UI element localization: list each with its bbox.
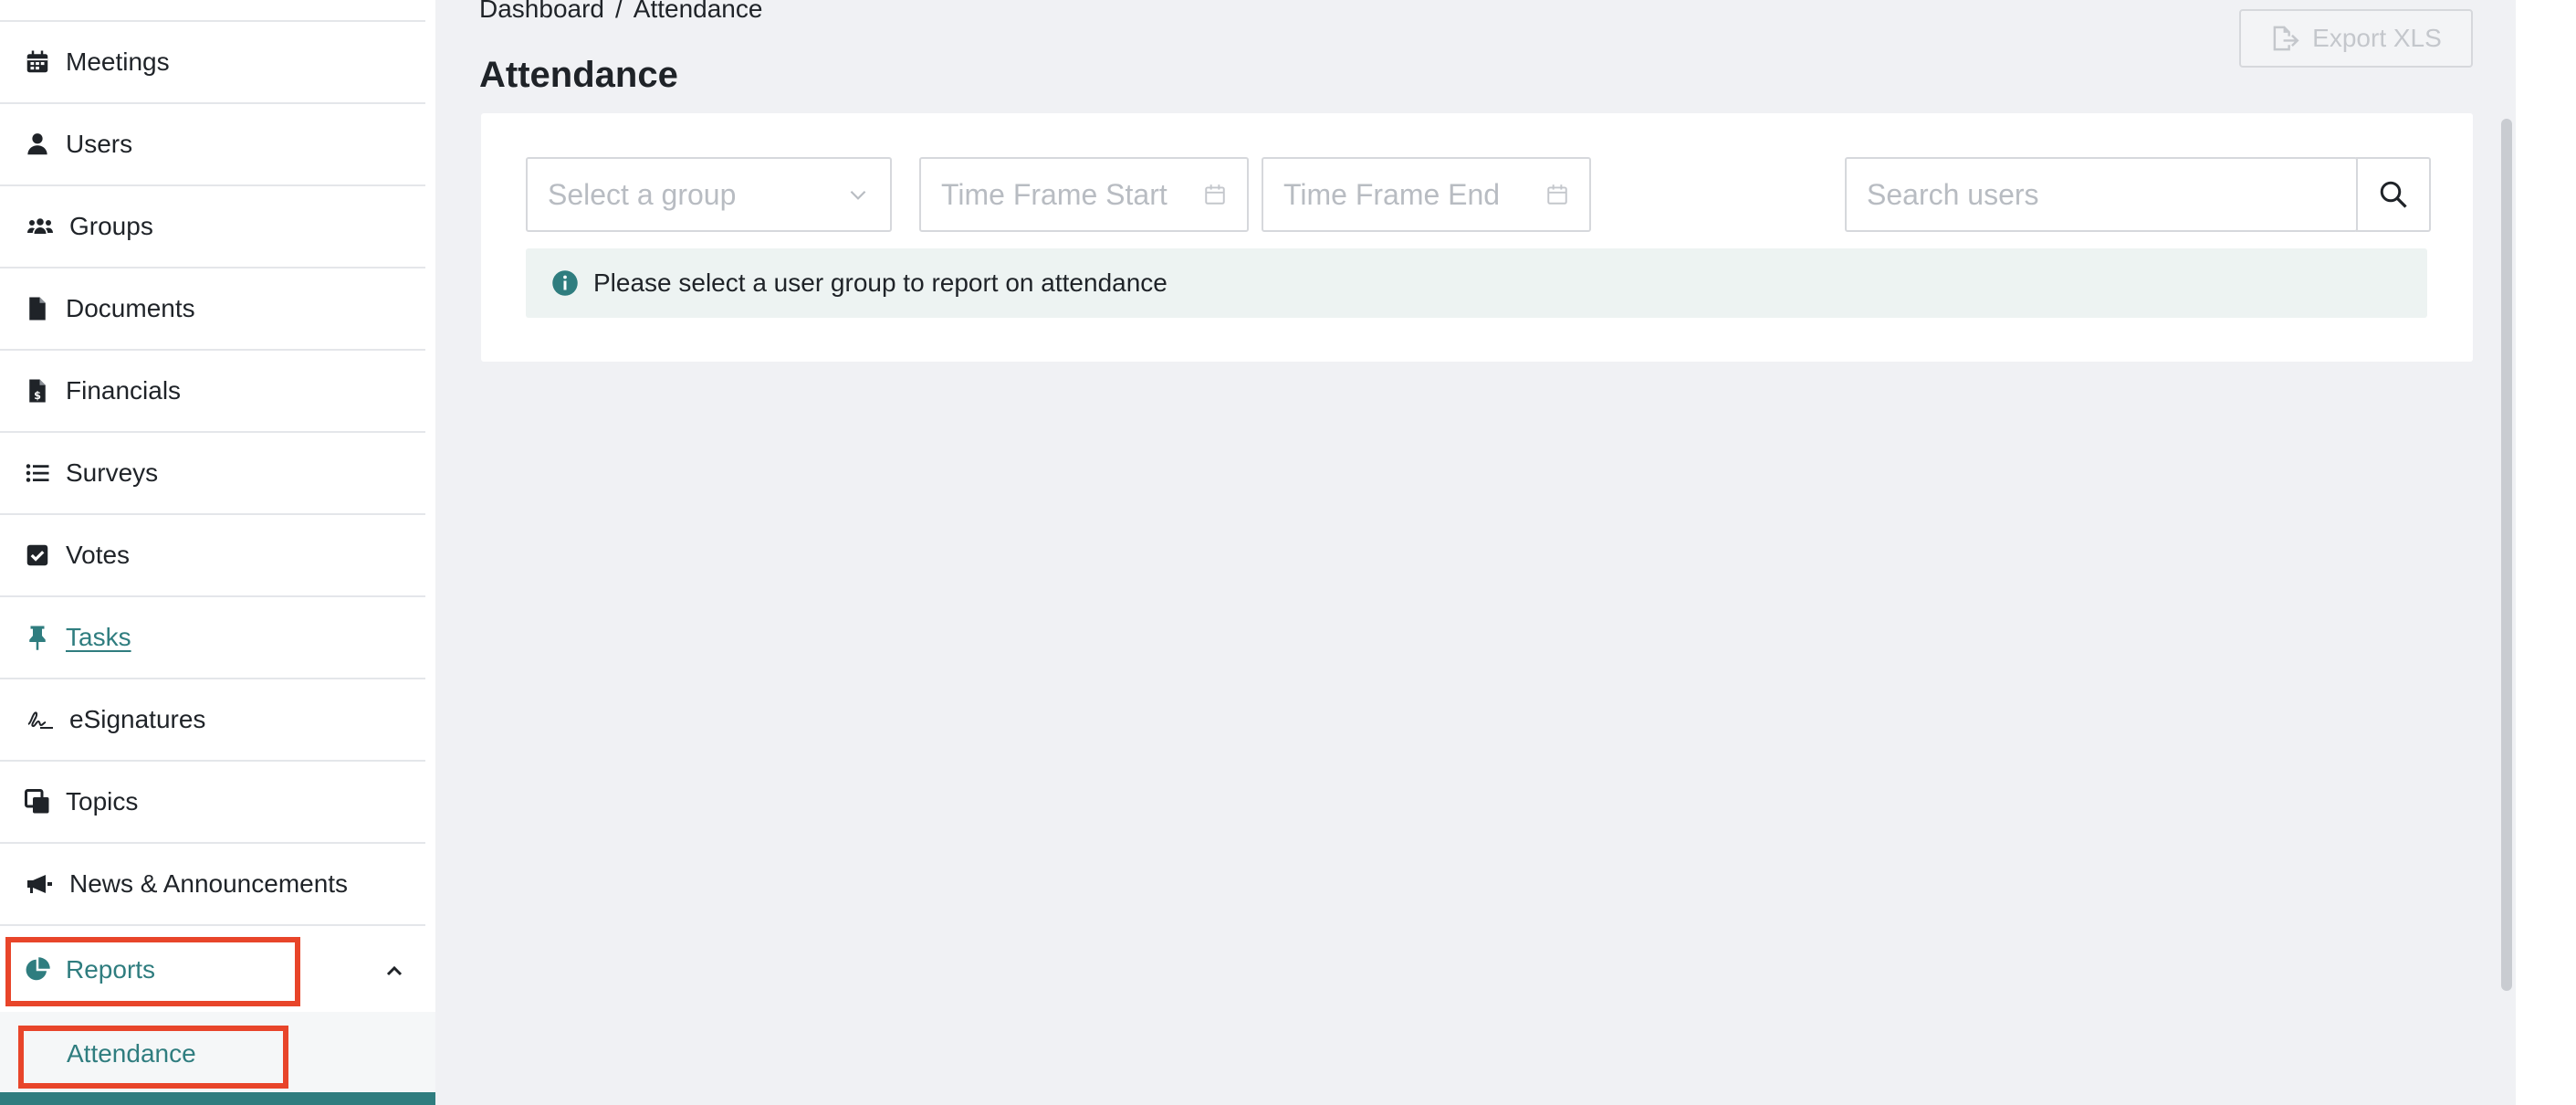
info-alert: Please select a user group to report on … [526,248,2427,318]
financial-document-icon: $ [24,377,51,405]
sidebar-item-label: Users [66,130,133,158]
info-icon [551,269,579,297]
svg-text:$: $ [34,390,41,402]
users-group-icon [24,213,57,240]
sidebar-item-meetings[interactable]: Meetings [0,22,425,104]
export-xls-label: Export XLS [2312,24,2442,52]
sidebar-item-label: Documents [66,294,195,322]
sidebar-item-label: Meetings [66,47,170,76]
signature-icon [24,706,57,733]
sidebar-item-topics[interactable]: Topics [0,762,425,844]
sidebar-item-documents[interactable]: Documents [0,268,425,351]
group-select-placeholder: Select a group [548,177,737,211]
chevron-down-icon [846,183,870,206]
export-xls-button[interactable]: Export XLS [2239,9,2473,68]
time-frame-start-placeholder: Time Frame Start [941,177,1168,211]
scrollbar-thumb[interactable] [2501,119,2512,991]
sidebar-item-esignatures[interactable]: eSignatures [0,679,425,762]
time-frame-end-input[interactable]: Time Frame End [1262,157,1591,232]
search-icon [2380,181,2407,208]
pin-icon [24,624,51,651]
highlight-box [5,937,300,1006]
filter-card: Select a group Time Frame Start Time Fra… [481,113,2473,362]
sidebar-item-label: eSignatures [69,705,206,733]
main-content: Dashboard / Attendance Attendance Export X… [435,0,2516,1105]
user-icon [24,131,51,158]
sidebar-item-news[interactable]: News & Announcements [0,844,425,926]
sidebar-item-label: Financials [66,376,182,405]
breadcrumb-separator: / [614,0,623,23]
calendar-icon [1203,183,1227,206]
group-select[interactable]: Select a group [526,157,892,232]
sidebar-item-surveys[interactable]: Surveys [0,433,425,515]
chevron-up-icon[interactable] [383,962,405,980]
sidebar-item-financials[interactable]: $ Financials [0,351,425,433]
sidebar-item-users[interactable]: Users [0,104,425,186]
page-title: Attendance [479,55,678,95]
sidebar-item-tasks[interactable]: Tasks [0,597,425,679]
megaphone-icon [24,870,57,898]
active-indicator [0,1092,435,1105]
window-edge [2516,0,2576,1105]
sidebar-item-groups[interactable]: Groups [0,186,425,268]
sidebar-item-label: Tasks [66,623,131,651]
calendar-icon [24,48,51,76]
breadcrumb-current: Attendance [633,0,763,23]
sidebar-item-votes[interactable]: Votes [0,515,425,597]
time-frame-start-input[interactable]: Time Frame Start [919,157,1249,232]
checkbox-icon [24,542,51,569]
info-message: Please select a user group to report on … [593,268,1168,297]
highlight-box [18,1026,288,1089]
sidebar-item-label: News & Announcements [69,869,349,898]
list-icon [24,459,51,487]
sidebar-item-label: Topics [66,787,139,816]
search-users-input[interactable]: Search users [1845,157,2358,232]
calendar-icon [1545,183,1569,206]
breadcrumb: Dashboard / Attendance [479,0,762,24]
sidebar: Meetings Users Groups Documents $ Financ… [0,0,435,1105]
document-icon [24,295,51,322]
clone-icon [24,788,51,816]
file-export-icon [2273,26,2299,51]
sidebar-item-label: Groups [69,212,153,240]
sidebar-item-label: Surveys [66,458,159,487]
sidebar-item-label: Votes [66,541,131,569]
breadcrumb-home[interactable]: Dashboard [479,0,604,23]
time-frame-end-placeholder: Time Frame End [1283,177,1501,211]
search-users-placeholder: Search users [1867,177,2039,211]
search-button[interactable] [2356,157,2431,232]
